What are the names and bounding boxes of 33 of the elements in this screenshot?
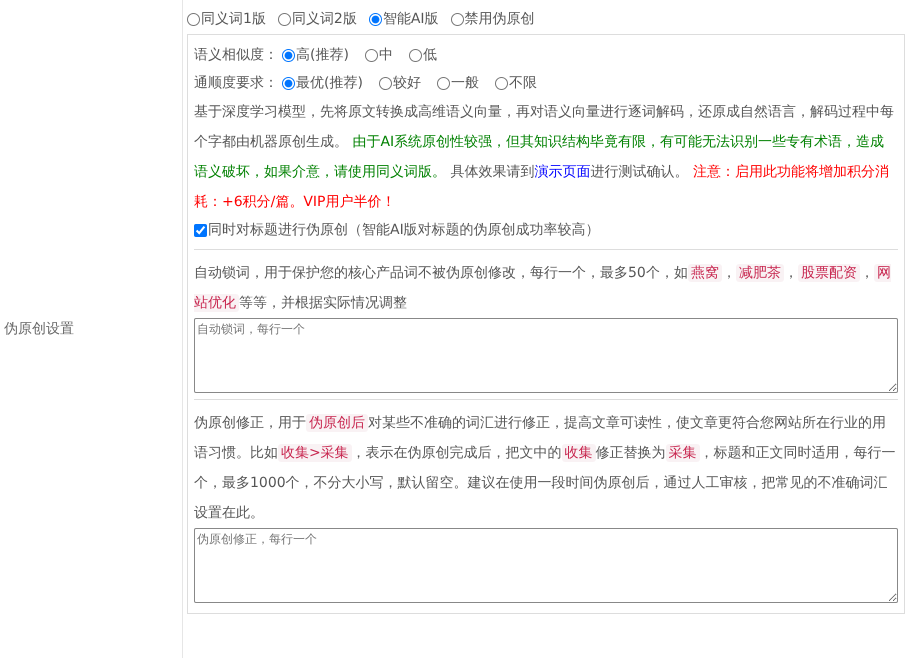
mode-radio[interactable]: 禁用伪原创 [450, 10, 535, 28]
radio-option[interactable]: 最优(推荐) [282, 74, 363, 92]
radio-option[interactable]: 低 [408, 46, 437, 64]
title-checkbox[interactable]: 同时对标题进行伪原创（智能AI版对标题的伪原创成功率较高） [194, 217, 600, 243]
radio-button[interactable] [408, 48, 422, 62]
radio-button[interactable] [364, 48, 378, 62]
option-label: 通顺度要求： [194, 74, 278, 92]
radio-button[interactable] [282, 48, 295, 62]
mode-radio[interactable]: 同义词1版 [187, 10, 266, 28]
lock-description: 自动锁词，用于保护您的核心产品词不被伪原创修改，每行一个，最多50个，如 燕窝 ， 减肥茶 ， 股票配资 ， 网站优化 等等，并根据实际情况调整 [194, 263, 892, 314]
radio-option[interactable]: 中 [364, 46, 393, 64]
ai-description: 基于深度学习模型，先将原文转换成高维语义向量，再对语义向量进行逐词解码，还原成自然语言，解码过程中每个字都由机器原创生成。 由于AI系统原创性较强，但其知识结构毕竟有限，有可能无法识别一些专有术语，造成语义破坏，如果介意，请使用同义词版。 具体效果请到演示页面进行测试确认。 注意：启用此功能将增加积分消耗：+6积分/篇。VIP用户半价！ [194, 103, 895, 212]
lock-words-field[interactable]: 自动锁词，每行一个 [194, 318, 898, 393]
radio-option[interactable]: 高(推荐) [282, 46, 349, 64]
demo-link[interactable]: 演示页面 [534, 164, 590, 180]
radio-button[interactable] [368, 12, 382, 26]
radio-button[interactable] [378, 76, 392, 90]
radio-button[interactable] [436, 76, 450, 90]
checkbox[interactable] [194, 224, 207, 236]
radio-button[interactable] [450, 12, 464, 26]
radio-button[interactable] [282, 76, 295, 90]
correction-field[interactable]: 伪原创修正，每行一个 [194, 528, 898, 603]
option-label: 语义相似度： [194, 46, 278, 64]
section-label: 伪原创设置 [3, 320, 74, 338]
radio-option[interactable]: 不限 [494, 74, 537, 92]
radio-button[interactable] [187, 12, 200, 26]
radio-option[interactable]: 较好 [378, 74, 421, 92]
radio-button[interactable] [278, 12, 291, 26]
radio-option[interactable]: 一般 [436, 74, 479, 92]
radio-button[interactable] [494, 76, 508, 90]
fix-description: 伪原创修正，用于 伪原创后 对某些不准确的词汇进行修正，提高文章可读性，使文章更符合您网站所在行业的用语习惯。比如 收集>采集 ，表示在伪原创完成后，把文中的 收集 修正替换为 采集 ，标题和正文同时适用，每行一个，最多1000个，不分大小写，默认留空。建议在使用一段时间伪原创后，通过人工审核，把常见的不准确词汇设置在此。 [194, 413, 897, 523]
mode-radio[interactable]: 智能AI版 [368, 10, 439, 28]
mode-radio[interactable]: 同义词2版 [278, 10, 357, 28]
